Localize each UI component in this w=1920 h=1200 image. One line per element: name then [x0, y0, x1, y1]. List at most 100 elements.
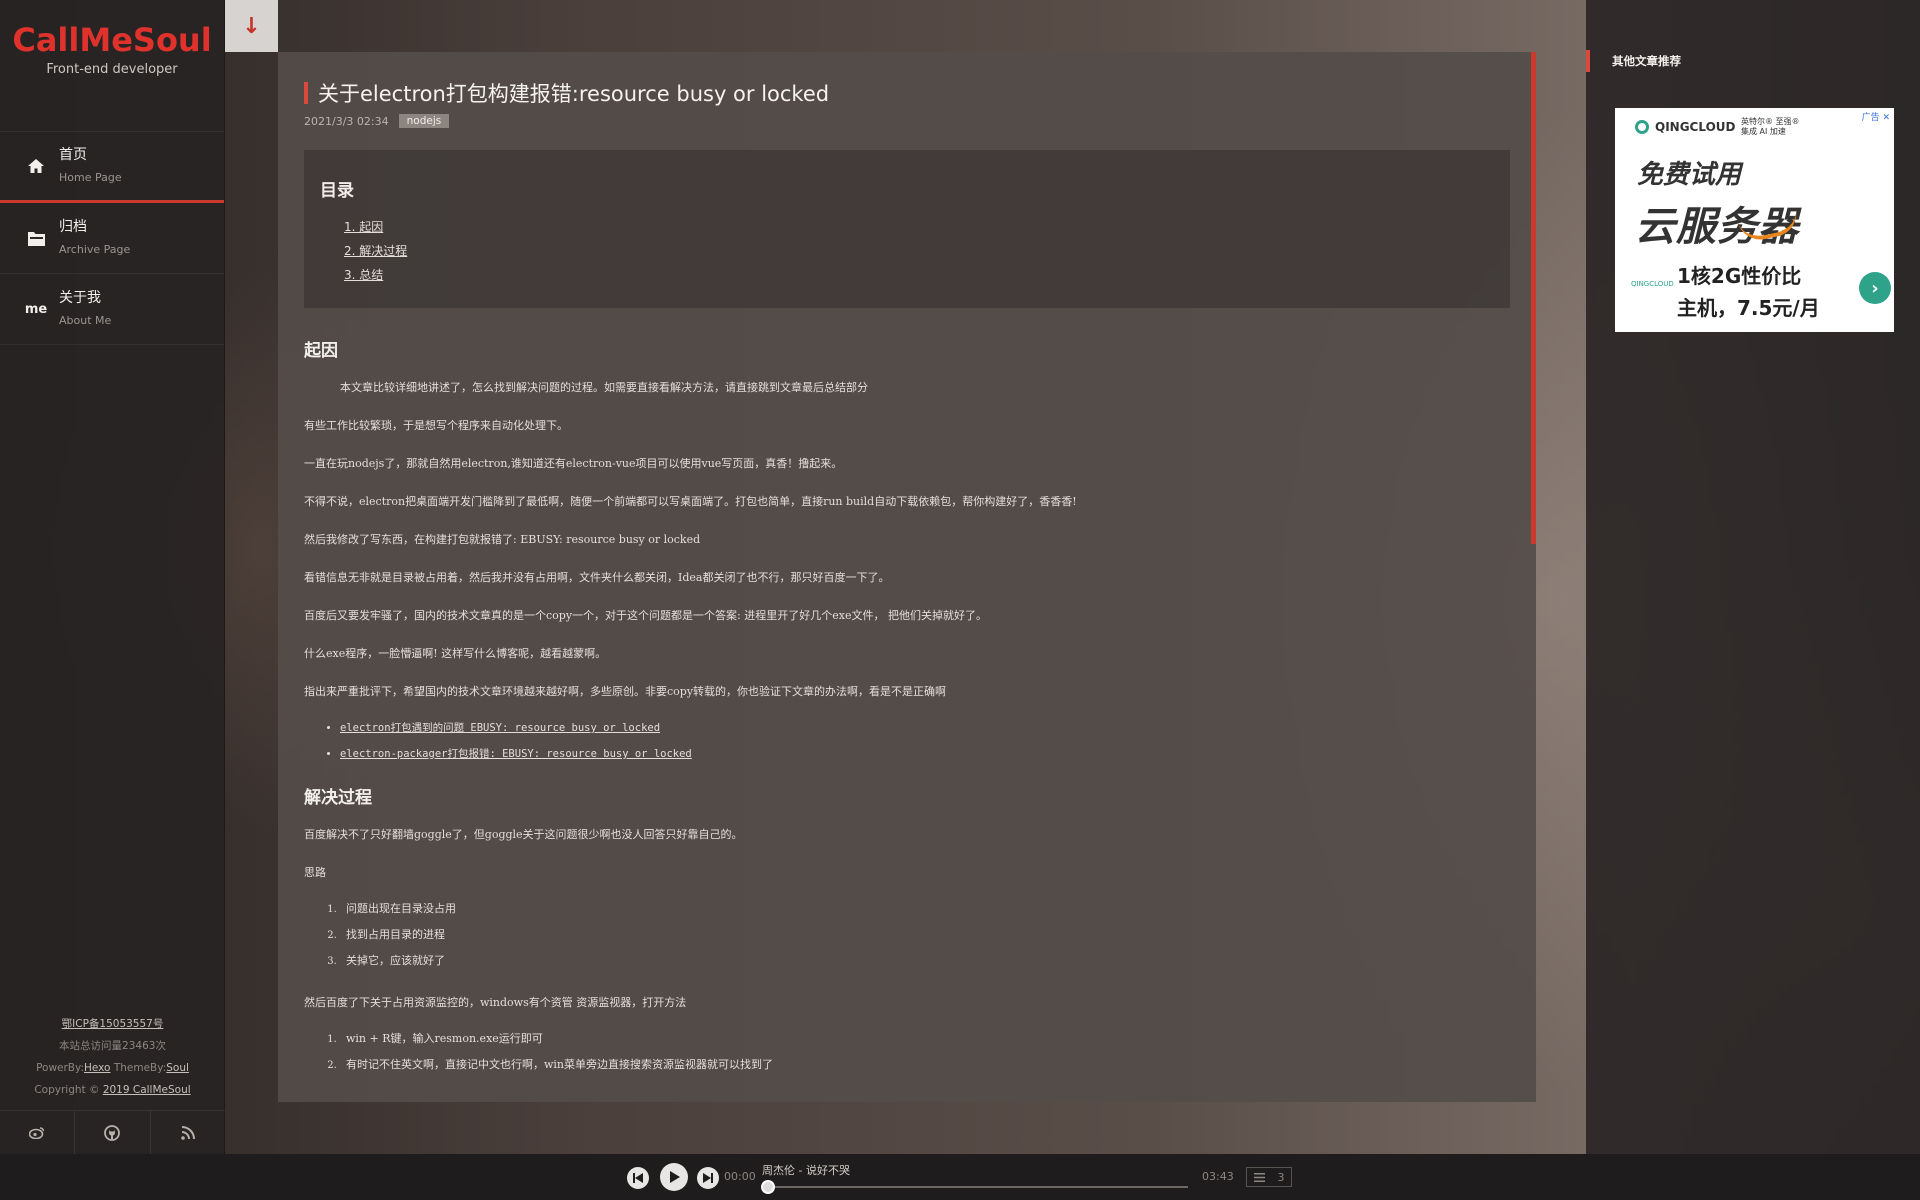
paragraph: 什么exe程序，一脸懵逼啊! 这样写什么博客呢，越看越蒙啊。 [304, 647, 607, 660]
play-button[interactable] [660, 1163, 688, 1191]
progress-handle[interactable] [761, 1180, 775, 1194]
site-logo[interactable]: CallMeSoul [0, 20, 224, 60]
weibo-icon[interactable] [0, 1111, 76, 1154]
reference-link[interactable]: electron打包遇到的问题 EBUSY: resource busy or … [340, 722, 660, 734]
music-player: 00:00 周杰伦 - 说好不哭 03:43 3 [0, 1154, 1920, 1200]
article-header: 关于electron打包构建报错:resource busy or locked [304, 78, 1510, 108]
article-title: 关于electron打包构建报错:resource busy or locked [318, 82, 830, 106]
chevron-right-icon[interactable]: › [1859, 272, 1891, 304]
soul-theme-link[interactable]: Soul [166, 1062, 189, 1074]
theme-prefix: ThemeBy: [110, 1062, 167, 1074]
paragraph: 指出来严重批评下，希望国内的技术文章环境越来越好啊，多些原创。非要copy转载的… [304, 685, 947, 698]
toc-item[interactable]: 3. 总结 [344, 263, 1494, 287]
sidebar: CallMeSoul Front-end developer 首页 Home P… [0, 0, 225, 1154]
ad-body-line1: 1核2G性价比 [1677, 264, 1802, 288]
copyright-prefix: Copyright © [34, 1084, 103, 1096]
next-track-button[interactable] [697, 1167, 719, 1189]
paragraph: 有些工作比较繁琐，于是想写个程序来自动化处理下。 [304, 419, 568, 432]
ad-brand-name: QINGCLOUD [1655, 120, 1736, 134]
nav-item-home[interactable]: 首页 Home Page [0, 132, 224, 203]
recommend-title: 其他文章推荐 [1612, 54, 1681, 68]
section-heading-solve: 解决过程 [304, 788, 372, 808]
site-subtitle: Front-end developer [46, 62, 178, 77]
advertisement[interactable]: 广告 ✕ QINGCLOUD 英特尔® 至强® 集成 AI 加速 免费试用 云服务… [1615, 108, 1894, 332]
playlist-count: 3 [1277, 1170, 1285, 1184]
idea-steps: 问题出现在目录没占用 找到占用目录的进程 关掉它，应该就好了 [304, 896, 1510, 974]
toc-item[interactable]: 1. 起因 [344, 215, 1494, 239]
title-accent [304, 82, 308, 104]
recommend-header: 其他文章推荐 [1586, 50, 1681, 72]
nav-title-about: 关于我 [59, 290, 101, 306]
article-meta: 2021/3/3 02:34 nodejs [304, 114, 1510, 128]
paragraph: 看错信息无非就是目录被占用着，然后我并没有占用啊，文件夹什么都关闭，Idea都关… [304, 571, 890, 584]
previous-track-button[interactable] [627, 1167, 649, 1189]
folder-icon [26, 228, 46, 248]
nav-sub-archive: Archive Page [59, 243, 131, 256]
paragraph: 一直在玩nodejs了，那就自然用electron,谁知道还有electron-… [304, 457, 843, 470]
list-item: 有时记不住英文啊，直接记中文也行啊，win菜单旁边直接搜索资源监视器就可以找到了 [340, 1052, 1510, 1078]
list-item: electron打包遇到的问题 EBUSY: resource busy or … [340, 715, 1510, 741]
copyright: Copyright © 2019 CallMeSoul [0, 1079, 225, 1101]
paragraph: 百度后又要发牢骚了，国内的技术文章真的是一个copy一个，对于这个问题都是一个答… [304, 609, 987, 622]
me-icon: me [24, 301, 48, 317]
playlist-button[interactable]: 3 [1246, 1167, 1292, 1187]
list-item: win + R键，输入resmon.exe运行即可 [340, 1026, 1510, 1052]
scroll-down-button[interactable]: ↓ [225, 0, 278, 52]
paragraph: 百度解决不了只好翻墙goggle了，但goggle关于这问题很少啊也没人回答只好… [304, 828, 743, 841]
reference-link[interactable]: electron-packager打包报错: EBUSY: resource b… [340, 748, 692, 760]
social-bar [0, 1110, 225, 1154]
toc-title: 目录 [320, 181, 354, 201]
article-card: 关于electron打包构建报错:resource busy or locked… [278, 52, 1536, 1102]
sidebar-footer: 鄂ICP备15053557号 本站总访问量23463次 PowerBy:Hexo… [0, 1013, 225, 1101]
paragraph: 本文章比较详细地讲述了，怎么找到解决问题的过程。如需要直接看解决方法，请直接跳到… [340, 381, 868, 394]
nav-sub-about: About Me [59, 314, 112, 327]
ad-brand: QINGCLOUD [1635, 120, 1736, 134]
duration: 03:43 [1202, 1170, 1234, 1183]
nav-sub-home: Home Page [59, 171, 122, 184]
rss-icon[interactable] [151, 1111, 225, 1154]
nav-item-archive[interactable]: 归档 Archive Page [0, 203, 224, 274]
paragraph: 不得不说，electron把桌面端开发门槛降到了最低啊，随便一个前端都可以写桌面… [304, 495, 1077, 508]
progress-bar[interactable] [768, 1186, 1188, 1188]
home-icon [26, 156, 46, 176]
list-item: electron-packager打包报错: EBUSY: resource b… [340, 741, 1510, 767]
ad-intel-brand: 英特尔® 至强® 集成 AI 加速 [1741, 117, 1800, 137]
nav-title-archive: 归档 [59, 219, 87, 235]
qingcloud-logo-icon [1635, 120, 1649, 134]
github-icon[interactable] [75, 1111, 151, 1154]
paragraph: 然后百度了下关于占用资源监控的，windows有个资管 资源监视器，打开方法 [304, 996, 687, 1009]
powered-prefix: PowerBy: [36, 1062, 84, 1074]
paragraph: 然后我修改了写东西，在构建打包就报错了: EBUSY: resource bus… [304, 533, 701, 546]
hexo-link[interactable]: Hexo [84, 1062, 111, 1074]
nav-item-about[interactable]: me 关于我 About Me [0, 274, 224, 345]
current-time: 00:00 [724, 1170, 756, 1183]
article-scroll-indicator [1531, 52, 1536, 544]
ad-intel-line2: 集成 AI 加速 [1741, 127, 1786, 136]
list-item: 问题出现在目录没占用 [340, 896, 1510, 922]
paragraph: 思路 [304, 866, 326, 879]
section-heading-cause: 起因 [304, 341, 338, 361]
ad-body: 1核2G性价比 主机，7.5元/月 [1677, 260, 1820, 324]
list-item: 找到占用目录的进程 [340, 922, 1510, 948]
toc-item[interactable]: 2. 解决过程 [344, 239, 1494, 263]
reference-links: electron打包遇到的问题 EBUSY: resource busy or … [304, 715, 1510, 767]
table-of-contents: 目录 1. 起因 2. 解决过程 3. 总结 [304, 150, 1510, 308]
song-title: 周杰伦 - 说好不哭 [762, 1164, 850, 1177]
ad-small-logo: QINGCLOUD [1631, 280, 1674, 288]
playlist-icon [1253, 1172, 1265, 1182]
logo-block: CallMeSoul Front-end developer [0, 0, 224, 132]
nav-title-home: 首页 [59, 147, 87, 163]
ad-close-label[interactable]: 广告 ✕ [1862, 110, 1890, 123]
article-date: 2021/3/3 02:34 [304, 114, 389, 128]
ad-body-line2: 主机，7.5元/月 [1677, 296, 1820, 320]
powered-by: PowerBy:Hexo ThemeBy:Soul [0, 1057, 225, 1079]
tag-badge[interactable]: nodejs [398, 114, 450, 128]
ad-intel-line1: 英特尔® 至强® [1741, 117, 1800, 126]
ad-headline-1: 免费试用 [1637, 160, 1742, 190]
recommend-accent [1586, 50, 1590, 72]
copyright-link[interactable]: 2019 CallMeSoul [103, 1084, 191, 1096]
list-item: 关掉它，应该就好了 [340, 948, 1510, 974]
open-steps: win + R键，输入resmon.exe运行即可 有时记不住英文啊，直接记中文… [304, 1026, 1510, 1078]
visit-count: 本站总访问量23463次 [59, 1040, 166, 1052]
icp-link[interactable]: 鄂ICP备15053557号 [62, 1018, 164, 1030]
